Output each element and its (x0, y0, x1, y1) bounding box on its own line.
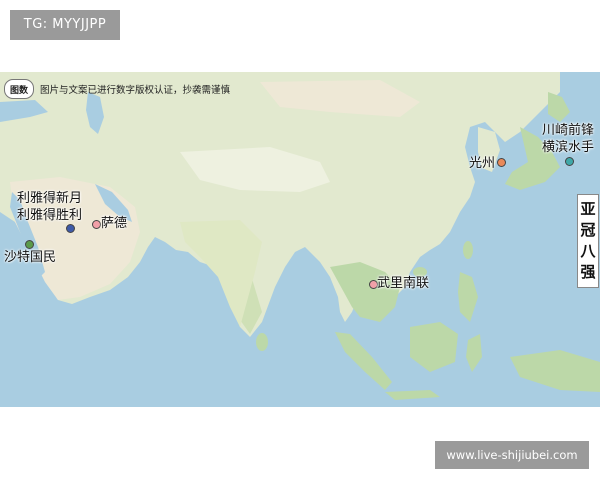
team-label-buriram: 武里南联 (377, 276, 430, 291)
title-char-3: 八 (580, 242, 596, 260)
title-char-2: 冠 (580, 221, 596, 239)
team-label-al-ahli: 沙特国民 (4, 250, 57, 265)
marker-al-ahli (25, 240, 34, 249)
asia-map (0, 72, 600, 407)
marker-kawasaki-yokohama (565, 157, 574, 166)
team-label-gwangju: 光州 (469, 156, 496, 171)
bottom-watermark-badge: www.live-shijiubei.com (435, 441, 589, 469)
vertical-title: 亚 冠 八 强 (577, 194, 599, 288)
top-watermark-badge: TG: MYYJJPP (10, 10, 120, 40)
team-label-al-sadd: 萨德 (101, 216, 128, 231)
marker-gwangju (497, 158, 506, 167)
team-label-al-hilal: 利雅得新月 (17, 191, 83, 206)
map-background (0, 72, 600, 407)
title-char-1: 亚 (580, 200, 596, 218)
title-char-4: 强 (580, 263, 596, 281)
logo-badge: 图数 (4, 79, 34, 99)
marker-al-sadd (92, 220, 101, 229)
team-label-yokohama: 横滨水手 (542, 140, 595, 155)
notice-text: 图片与文案已进行数字版权认证，抄袭需谨慎 (40, 85, 231, 96)
copyright-notice: 图数 图片与文案已进行数字版权认证，抄袭需谨慎 (4, 78, 230, 100)
marker-riyadh (66, 224, 75, 233)
team-label-kawasaki: 川崎前锋 (542, 123, 595, 138)
team-label-al-nassr: 利雅得胜利 (17, 208, 83, 223)
